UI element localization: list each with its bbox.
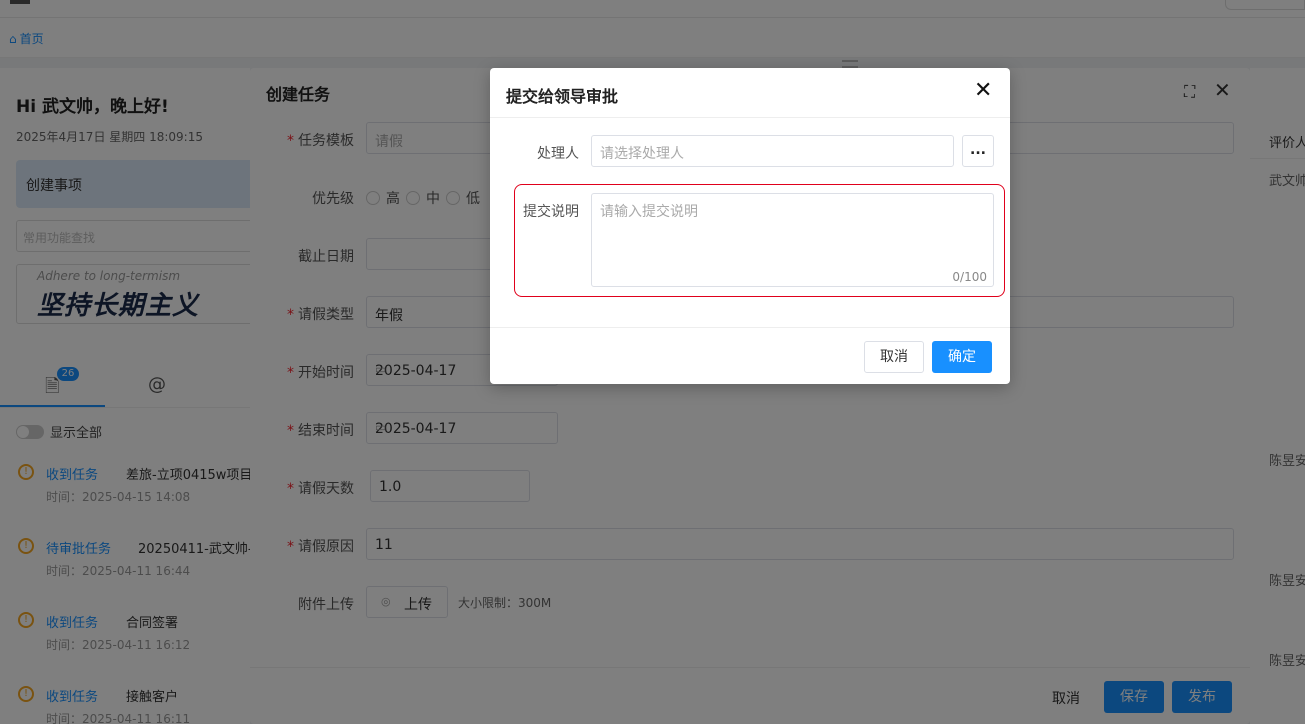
handler-label: 处理人 bbox=[537, 146, 579, 162]
close-icon[interactable]: ✕ bbox=[974, 78, 992, 103]
cancel-button[interactable]: 取消 bbox=[864, 341, 924, 373]
confirm-button[interactable]: 确定 bbox=[932, 341, 992, 373]
note-placeholder: 请输入提交说明 bbox=[600, 204, 698, 220]
note-label: 提交说明 bbox=[523, 204, 579, 220]
handler-placeholder: 请选择处理人 bbox=[600, 146, 684, 162]
submit-approval-dialog: 提交给领导审批 ✕ 处理人 请选择处理人 ... 提交说明 请输入提交说明 0/… bbox=[490, 68, 1010, 384]
dialog-title: 提交给领导审批 bbox=[506, 87, 619, 106]
dialog-header: 提交给领导审批 ✕ bbox=[490, 68, 1010, 118]
handler-input[interactable]: 请选择处理人 bbox=[591, 135, 954, 167]
note-textarea[interactable]: 请输入提交说明 0/100 bbox=[591, 193, 994, 287]
dialog-footer: 取消 确定 bbox=[490, 327, 1010, 384]
note-char-count: 0/100 bbox=[952, 270, 987, 284]
select-handler-button[interactable]: ... bbox=[962, 135, 994, 167]
